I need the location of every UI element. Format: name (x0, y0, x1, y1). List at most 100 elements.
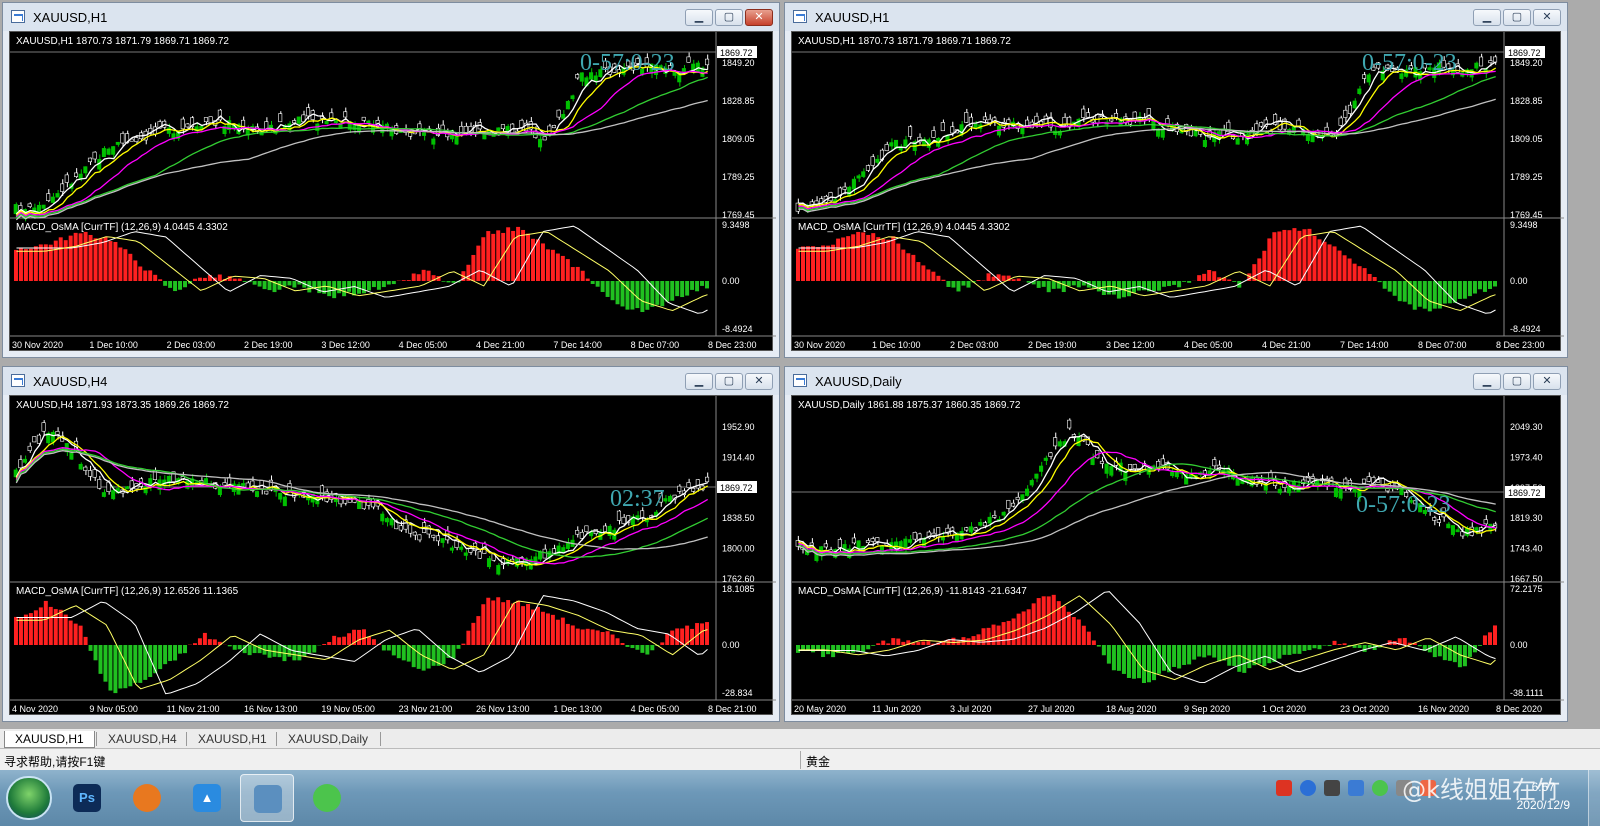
taskbar-app-cloud[interactable]: ▲ (180, 774, 234, 822)
tab-xauusd-h1-2[interactable]: XAUUSD,H1 (188, 731, 277, 748)
time-tick-label: 4 Dec 05:00 (631, 704, 680, 714)
macd-histogram-bar (212, 639, 217, 645)
candle (1010, 502, 1016, 507)
macd-histogram-bar (18, 248, 23, 281)
help-icon[interactable] (1300, 780, 1316, 796)
macd-histogram-bar (386, 645, 391, 651)
macd-histogram-bar (287, 645, 292, 657)
price-tick-label: 1952.90 (722, 422, 755, 432)
tab-xauusd-daily[interactable]: XAUUSD,Daily (278, 731, 378, 748)
chart-area[interactable]: 2049.301973.401897.501819.301743.401667.… (791, 395, 1564, 718)
chart-window-xauusd-h1[interactable]: XAUUSD,H1 ▁ ▢ ✕ 1849.20 1828.85 1809.05 178… (2, 2, 780, 358)
keyboard-icon[interactable] (1324, 780, 1340, 796)
window-titlebar[interactable]: XAUUSD,Daily ▁ ▢ ✕ (785, 367, 1567, 395)
taskbar-app-photoshop[interactable]: Ps (60, 774, 114, 822)
macd-histogram-bar (921, 265, 926, 281)
macd-histogram-bar (1282, 229, 1287, 281)
close-button[interactable]: ✕ (1533, 9, 1561, 26)
macd-histogram-bar (595, 630, 600, 645)
macd-histogram-bar (700, 623, 705, 645)
price-tick-label: 1828.85 (722, 96, 755, 106)
macd-histogram-bar (307, 645, 312, 654)
minimize-button[interactable]: ▁ (1473, 9, 1501, 26)
macd-histogram-bar (1467, 645, 1472, 657)
start-button[interactable] (6, 776, 52, 820)
current-price-value: 1869.72 (1508, 488, 1541, 498)
chart-window-xauusd-h4[interactable]: XAUUSD,H4 ▁ ▢ ✕ 1952.901914.401877.10183… (2, 366, 780, 722)
candle (254, 491, 260, 497)
maximize-button[interactable]: ▢ (1503, 9, 1531, 26)
time-tick-label: 9 Sep 2020 (1184, 704, 1230, 714)
chart-area[interactable]: 1849.20 1828.85 1809.05 1789.25 1769.45 1869.… (791, 31, 1564, 354)
wechat-tray-icon[interactable] (1372, 780, 1388, 796)
taskbar-app-wechat[interactable] (300, 774, 354, 822)
macd-histogram-bar (53, 240, 58, 281)
chart-canvas[interactable]: 1849.20 1828.85 1809.05 1789.25 1769.45 1869.… (792, 32, 1564, 354)
chart-window-xauusd-daily[interactable]: XAUUSD,Daily ▁ ▢ ✕ 2049.301973.401897.50… (784, 366, 1568, 722)
macd-histogram-bar (1081, 625, 1086, 645)
clock[interactable]: 6:57 2020/12/9 (1517, 778, 1570, 814)
tab-xauusd-h4[interactable]: XAUUSD,H4 (98, 731, 187, 748)
candle (1039, 465, 1044, 472)
macd-histogram-bar (1412, 281, 1417, 310)
candle-timer: 0-57:0-23 (1356, 492, 1451, 518)
window-titlebar[interactable]: XAUUSD,H1 ▁ ▢ ✕ (3, 3, 779, 31)
candle (1099, 460, 1104, 464)
candle (1347, 104, 1353, 114)
candle (1015, 496, 1020, 501)
time-tick-label: 4 Dec 21:00 (1262, 340, 1311, 350)
minimize-button[interactable]: ▁ (685, 9, 713, 26)
minimize-button[interactable]: ▁ (1473, 373, 1501, 390)
candle (408, 132, 413, 137)
candle (940, 122, 945, 132)
candle (1085, 112, 1090, 118)
close-button[interactable]: ✕ (1533, 373, 1561, 390)
candle (111, 146, 116, 155)
close-button[interactable]: ✕ (745, 9, 773, 26)
close-button[interactable]: ✕ (745, 373, 773, 390)
time-tick-label: 1 Oct 2020 (1262, 704, 1306, 714)
chart-area[interactable]: 1849.20 1828.85 1809.05 1789.25 1769.45 1869.… (9, 31, 776, 354)
macd-histogram-bar (43, 600, 48, 645)
chart-canvas[interactable]: 2049.301973.401897.501819.301743.401667.… (792, 396, 1564, 718)
candle (1104, 463, 1109, 474)
macd-histogram-bar (1096, 645, 1101, 647)
maximize-button[interactable]: ▢ (715, 9, 743, 26)
macd-tick-label: 9.3498 (1510, 220, 1538, 230)
macd-histogram-bar (1337, 250, 1342, 281)
macd-histogram-bar (605, 281, 610, 297)
chart-canvas[interactable]: 1849.20 1828.85 1809.05 1789.25 1769.45 1869.… (10, 32, 776, 354)
shield-icon[interactable] (1348, 780, 1364, 796)
window-titlebar[interactable]: XAUUSD,H1 ▁ ▢ ✕ (785, 3, 1567, 31)
maximize-button[interactable]: ▢ (1503, 373, 1531, 390)
taskbar-app-browser[interactable] (120, 774, 174, 822)
macd-histogram-bar (93, 645, 98, 661)
candle (1039, 121, 1044, 127)
macd-histogram-bar (665, 281, 670, 302)
sogou-icon[interactable] (1276, 780, 1292, 796)
macd-histogram-bar (640, 281, 645, 313)
macd-histogram-bar (901, 641, 906, 645)
maximize-button[interactable]: ▢ (715, 373, 743, 390)
macd-histogram-bar (886, 239, 891, 281)
window-titlebar[interactable]: XAUUSD,H4 ▁ ▢ ✕ (3, 367, 779, 395)
candle (856, 175, 861, 179)
chart-canvas[interactable]: 1952.901914.401877.101838.501800.001762.… (10, 396, 776, 718)
macd-histogram-bar (570, 267, 575, 281)
candle (865, 540, 870, 543)
tab-xauusd-h1[interactable]: XAUUSD,H1 (4, 731, 95, 748)
candle (22, 458, 28, 463)
minimize-button[interactable]: ▁ (685, 373, 713, 390)
chart-area[interactable]: 1952.901914.401877.101838.501800.001762.… (9, 395, 776, 718)
macd-histogram-bar (1377, 281, 1382, 283)
show-desktop-button[interactable] (1588, 770, 1600, 826)
chart-window-xauusd-h1-2[interactable]: XAUUSD,H1 ▁ ▢ ✕ 1849.20 1828.85 1809.05 178… (784, 2, 1568, 358)
taskbar-app-metatrader[interactable] (240, 774, 294, 822)
candle (454, 135, 459, 145)
macd-histogram-bar (1307, 645, 1312, 651)
macd-histogram-bar (103, 645, 108, 682)
macd-histogram-bar (1046, 281, 1051, 293)
macd-histogram-bar (197, 277, 202, 281)
macd-histogram-bar (23, 249, 28, 281)
macd-tick-label: -28.834 (722, 688, 753, 698)
